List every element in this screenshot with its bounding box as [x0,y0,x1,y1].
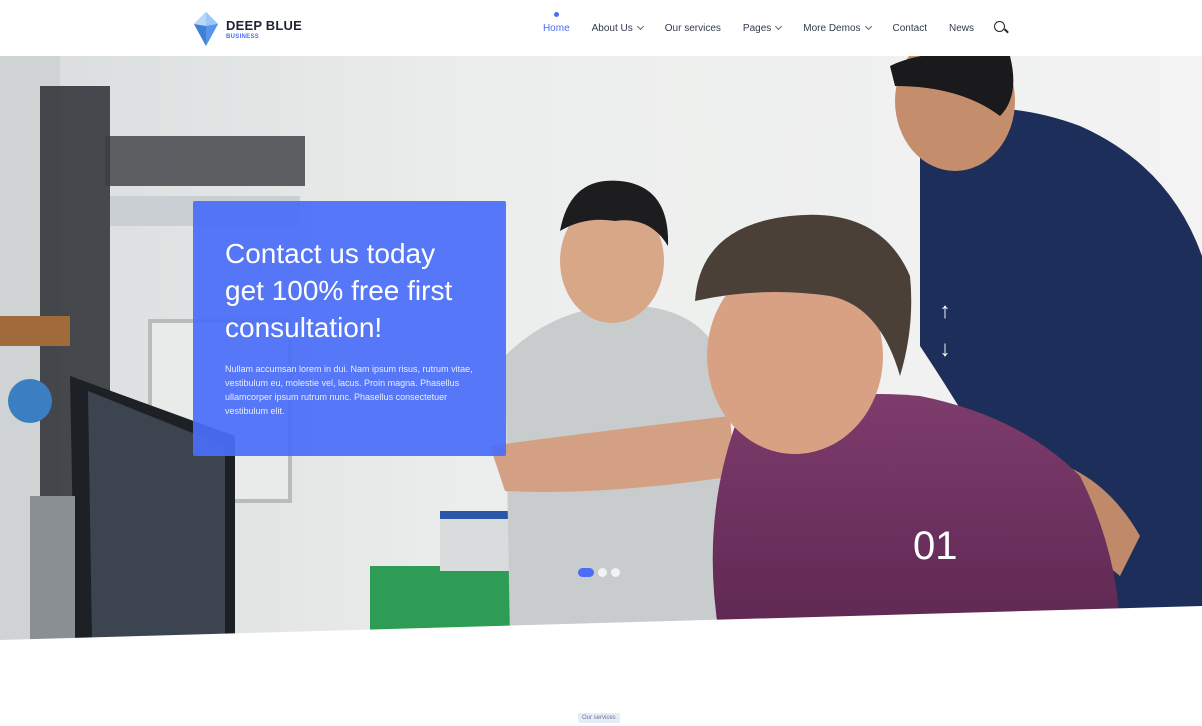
site-header: DEEP BLUE BUSINESS Home About Us Our ser… [0,0,1202,56]
hero-bottom-edge [0,606,1202,640]
nav-item-pages[interactable]: Pages [742,0,783,56]
nav-item-label: Contact [892,22,927,34]
slider-dot-3[interactable] [611,568,620,577]
brand-logo[interactable]: DEEP BLUE BUSINESS [192,10,302,48]
slide-number: 01 [913,524,958,568]
nav-item-label: About Us [591,22,633,34]
nav-item-home[interactable]: Home [543,0,570,56]
active-indicator-dot [553,12,559,17]
nav-item-contact[interactable]: Contact [893,0,927,56]
nav-item-label: Pages [742,22,772,34]
slider-arrows: ↑ ↓ [938,292,952,368]
brand-title: DEEP BLUE [226,17,302,33]
slider-pagination [578,568,624,577]
hero-title: Contact us today get 100% free first con… [225,238,453,343]
slider-dot-2[interactable] [598,568,607,577]
nav-item-label: Our services [664,22,721,34]
nav-item-label: Home [542,22,570,34]
search-icon[interactable] [994,21,1008,35]
main-nav: Home About Us Our services Pages More De… [521,0,1202,56]
nav-item-label: News [948,22,974,34]
nav-item-more-demos[interactable]: More Demos [803,0,872,56]
hero-text: Nullam accumsan lorem in dui. Nam ipsum … [225,364,473,416]
nav-item-news[interactable]: News [949,0,974,56]
hero-card: Contact us today get 100% free first con… [193,201,506,456]
chevron-down-icon [636,22,644,31]
arrow-down-icon[interactable]: ↓ [938,330,952,368]
slider-dot-1[interactable] [578,568,594,577]
iceberg-logo-icon [194,12,218,46]
chevron-down-icon [775,22,783,31]
hero-photo [0,56,1202,640]
nav-item-about-us[interactable]: About Us [591,0,644,56]
hero-slider: Contact us today get 100% free first con… [0,56,1202,640]
brand-subtitle: BUSINESS [226,33,260,40]
nav-item-our-services[interactable]: Our services [665,0,721,56]
chevron-down-icon [864,22,872,31]
nav-item-label: More Demos [803,22,861,34]
section-tag: Our services [578,713,620,723]
arrow-up-icon[interactable]: ↑ [938,292,952,330]
